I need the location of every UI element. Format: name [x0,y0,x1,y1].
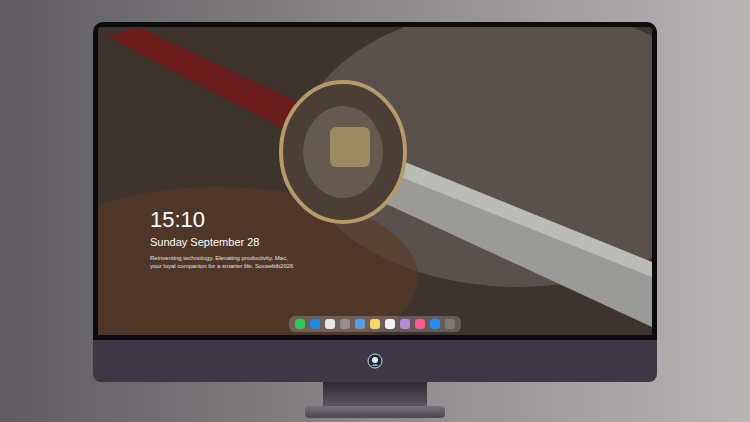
monitor-stand-base [305,406,445,418]
clock-block: 15:10 Sunday September 28 Reinventing tech… [98,207,652,270]
lock-screen: 15:10 Sunday September 28 Reinventing tech… [98,27,652,335]
dock-app-icon[interactable] [340,319,350,329]
clock-date: Sunday September 28 [150,235,652,249]
dock-app-icon[interactable] [325,319,335,329]
logo-icon [367,353,383,369]
dock-app-icon[interactable] [370,319,380,329]
monitor-chin [93,340,657,382]
tagline: Reinventing technology. Elevating produc… [150,254,652,270]
monitor-bezel: 15:10 Sunday September 28 Reinventing tech… [93,22,657,340]
monitor-stand-neck [323,382,427,406]
dock-app-icon[interactable] [445,319,455,329]
page: 15:10 Sunday September 28 Reinventing tech… [0,0,750,422]
dock [289,316,461,332]
dock-app-icon[interactable] [310,319,320,329]
dock-app-icon[interactable] [385,319,395,329]
tagline-line: Reinventing technology. Elevating produc… [150,254,652,262]
dock-app-icon[interactable] [295,319,305,329]
monitor: 15:10 Sunday September 28 Reinventing tech… [93,22,657,418]
clock-time: 15:10 [150,207,652,233]
dock-app-icon[interactable] [430,319,440,329]
dock-app-icon[interactable] [355,319,365,329]
dock-app-icon[interactable] [400,319,410,329]
screen: 15:10 Sunday September 28 Reinventing tech… [98,27,652,335]
dock-app-icon[interactable] [415,319,425,329]
wallpaper-sword-icon [98,27,652,335]
tagline-line: your loyal companion for a smarter life.… [150,262,652,270]
